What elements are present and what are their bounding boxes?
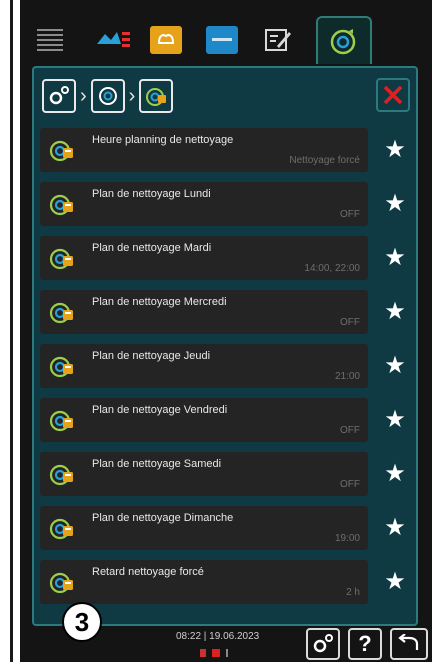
favorite-star-button[interactable]: ★ bbox=[378, 349, 412, 383]
cleaning-icon bbox=[98, 87, 117, 105]
settings-icon bbox=[49, 86, 69, 105]
tab-tray[interactable] bbox=[202, 20, 242, 60]
row-value: OFF bbox=[340, 479, 360, 490]
cleaning-schedule-icon bbox=[48, 244, 76, 272]
favorite-star-button[interactable]: ★ bbox=[378, 133, 412, 167]
back-icon bbox=[398, 634, 419, 650]
tab-oven[interactable] bbox=[146, 20, 186, 60]
star-icon: ★ bbox=[384, 460, 406, 487]
star-icon: ★ bbox=[384, 568, 406, 595]
row-value: OFF bbox=[340, 317, 360, 328]
top-tab-bar bbox=[20, 14, 404, 66]
favorite-star-button[interactable]: ★ bbox=[378, 565, 412, 599]
settings-row[interactable]: Heure planning de nettoyage Nettoyage for… bbox=[40, 128, 368, 172]
tab-edit[interactable] bbox=[258, 20, 298, 60]
settings-icon bbox=[313, 634, 333, 653]
cleaning-schedule-icon bbox=[48, 136, 76, 164]
settings-row[interactable]: Plan de nettoyage Lundi OFF bbox=[40, 182, 368, 226]
row-value: OFF bbox=[340, 209, 360, 220]
breadcrumb-separator: › bbox=[80, 85, 87, 107]
favorite-star-button[interactable]: ★ bbox=[378, 511, 412, 545]
step-badge: 3 bbox=[62, 602, 102, 642]
row-label: Plan de nettoyage Samedi bbox=[92, 458, 222, 470]
cleaning-schedule-icon bbox=[48, 568, 76, 596]
star-icon: ★ bbox=[384, 352, 406, 379]
row-label: Heure planning de nettoyage bbox=[92, 134, 234, 146]
side-divider bbox=[10, 0, 13, 662]
settings-row[interactable]: Plan de nettoyage Mercredi OFF bbox=[40, 290, 368, 334]
settings-row[interactable]: Plan de nettoyage Dimanche 19:00 bbox=[40, 506, 368, 550]
breadcrumb-separator: › bbox=[128, 85, 136, 107]
favorite-star-button[interactable]: ★ bbox=[378, 187, 412, 221]
row-value: 14:00, 22:00 bbox=[304, 263, 360, 274]
settings-row[interactable]: Retard nettoyage forcé 2 h bbox=[40, 560, 368, 604]
cleaning-schedule-icon bbox=[48, 352, 76, 380]
row-label: Plan de nettoyage Jeudi bbox=[92, 350, 211, 362]
favorite-star-button[interactable]: ★ bbox=[378, 457, 412, 491]
breadcrumb-cleaning[interactable] bbox=[90, 79, 125, 113]
close-icon bbox=[383, 85, 403, 105]
datetime-label: 08:22 | 19.06.2023 bbox=[176, 631, 260, 642]
help-button[interactable]: ? bbox=[348, 628, 382, 660]
star-icon: ★ bbox=[384, 406, 406, 433]
close-button[interactable] bbox=[376, 78, 410, 112]
edit-icon bbox=[265, 29, 291, 51]
favorite-star-button[interactable]: ★ bbox=[378, 403, 412, 437]
oven-icon bbox=[150, 26, 182, 54]
cleaning-schedule-icon bbox=[48, 190, 76, 218]
people-icon bbox=[97, 32, 130, 47]
star-icon: ★ bbox=[384, 298, 406, 325]
settings-row[interactable]: Plan de nettoyage Vendredi OFF bbox=[40, 398, 368, 442]
star-icon: ★ bbox=[384, 514, 406, 541]
settings-row[interactable]: Plan de nettoyage Samedi OFF bbox=[40, 452, 368, 496]
row-label: Plan de nettoyage Vendredi bbox=[92, 404, 228, 416]
row-value: Nettoyage forcé bbox=[289, 155, 360, 166]
cleaning-schedule-icon bbox=[146, 88, 167, 106]
favorite-star-button[interactable]: ★ bbox=[378, 295, 412, 329]
row-label: Retard nettoyage forcé bbox=[92, 566, 204, 578]
cleaning-schedule-icon bbox=[48, 460, 76, 488]
status-indicator-icon bbox=[200, 649, 228, 657]
settings-row[interactable]: Plan de nettoyage Mardi 14:00, 22:00 bbox=[40, 236, 368, 280]
settings-row[interactable]: Plan de nettoyage Jeudi 21:00 bbox=[40, 344, 368, 388]
cleaning-schedule-icon bbox=[48, 514, 76, 542]
row-value: 2 h bbox=[346, 587, 360, 598]
tray-icon bbox=[206, 26, 238, 54]
row-value: 19:00 bbox=[334, 533, 360, 544]
cleaning-schedule-icon bbox=[330, 29, 356, 55]
cleaning-schedule-icon bbox=[48, 298, 76, 326]
breadcrumb-cleaning-schedule[interactable] bbox=[139, 79, 174, 113]
row-label: Plan de nettoyage Dimanche bbox=[92, 512, 234, 524]
row-label: Plan de nettoyage Mardi bbox=[92, 242, 212, 254]
tab-cleaning-schedule[interactable] bbox=[316, 16, 372, 64]
breadcrumb-settings[interactable] bbox=[42, 79, 76, 113]
tab-menu[interactable] bbox=[30, 20, 70, 60]
row-label: Plan de nettoyage Mercredi bbox=[92, 296, 227, 308]
star-icon: ★ bbox=[384, 244, 406, 271]
favorite-star-button[interactable]: ★ bbox=[378, 241, 412, 275]
row-value: OFF bbox=[340, 425, 360, 436]
settings-button[interactable] bbox=[306, 628, 340, 660]
back-button[interactable] bbox=[390, 628, 428, 660]
row-value: 21:00 bbox=[334, 371, 360, 382]
cleaning-schedule-icon bbox=[48, 406, 76, 434]
status-icons bbox=[192, 646, 252, 658]
row-label: Plan de nettoyage Lundi bbox=[92, 188, 211, 200]
star-icon: ★ bbox=[384, 190, 406, 217]
breadcrumb: › › bbox=[42, 78, 174, 114]
menu-icon bbox=[37, 29, 63, 51]
help-icon: ? bbox=[358, 631, 372, 656]
tab-people[interactable] bbox=[90, 20, 136, 60]
star-icon: ★ bbox=[384, 136, 406, 163]
